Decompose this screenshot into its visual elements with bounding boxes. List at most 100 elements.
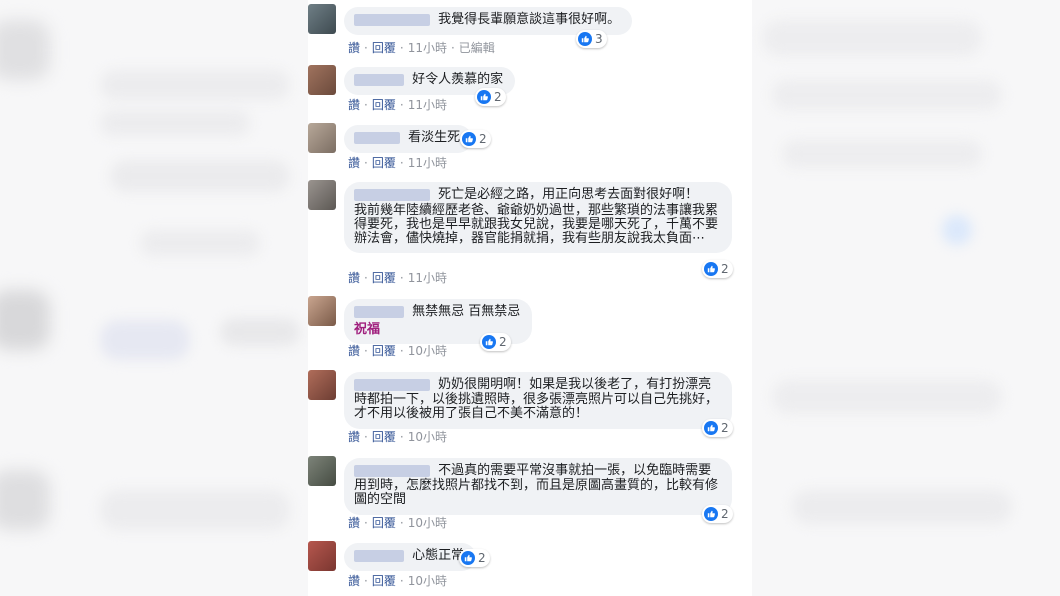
comment-text: 無禁無忌 百無禁忌	[412, 304, 521, 319]
comment-actions: 讚 · 回覆 · 11小時	[348, 154, 447, 171]
reaction-count[interactable]: 2	[702, 505, 733, 523]
timestamp[interactable]: 11小時	[408, 271, 447, 285]
reaction-number: 2	[721, 507, 729, 521]
reaction-count[interactable]: 2	[480, 333, 511, 351]
separator: ·	[364, 344, 368, 358]
timestamp[interactable]: 10小時	[408, 516, 447, 530]
separator: ·	[399, 344, 404, 358]
commenter-name[interactable]	[354, 306, 404, 318]
avatar[interactable]	[308, 65, 336, 95]
comment-bubble: 不過真的需要平常沒事就拍一張，以免臨時需要用到時，怎麼找照片都找不到，而且是原圖…	[344, 458, 732, 515]
edited-label: 已編輯	[458, 41, 495, 55]
separator: ·	[364, 98, 368, 112]
reaction-count[interactable]: 2	[702, 419, 733, 437]
comment-text: 好令人羨慕的家	[412, 72, 504, 87]
like-icon	[462, 132, 476, 146]
timestamp[interactable]: 10小時	[408, 430, 447, 444]
like-icon	[704, 262, 718, 276]
comment-text: 死亡是必經之路，用正向思考去面對很好啊！	[438, 187, 699, 202]
like-icon	[704, 507, 718, 521]
timestamp[interactable]: 10小時	[408, 344, 447, 358]
reaction-count[interactable]: 2	[460, 130, 491, 148]
avatar[interactable]	[308, 296, 336, 326]
comment-bubble: 看淡生死	[344, 125, 473, 153]
reply-link[interactable]: 回覆	[372, 574, 396, 588]
comment-actions: 讚 · 回覆 · 10小時	[348, 428, 447, 445]
reply-link[interactable]: 回覆	[372, 344, 396, 358]
like-icon	[704, 421, 718, 435]
separator: ·	[450, 41, 455, 55]
timestamp[interactable]: 10小時	[408, 574, 447, 588]
like-link[interactable]: 讚	[348, 430, 360, 444]
separator: ·	[364, 271, 368, 285]
timestamp[interactable]: 11小時	[408, 41, 447, 55]
timestamp[interactable]: 11小時	[408, 156, 447, 170]
separator: ·	[399, 430, 404, 444]
reply-link[interactable]: 回覆	[372, 156, 396, 170]
like-link[interactable]: 讚	[348, 516, 360, 530]
timestamp[interactable]: 11小時	[408, 98, 447, 112]
reply-link[interactable]: 回覆	[372, 271, 396, 285]
reaction-count[interactable]: 2	[702, 260, 733, 278]
reply-link[interactable]: 回覆	[372, 430, 396, 444]
reaction-count[interactable]: 3	[576, 30, 607, 48]
blurred-right-background	[752, 0, 1060, 596]
comment-text: 心態正常	[412, 548, 465, 563]
like-link[interactable]: 讚	[348, 271, 360, 285]
like-icon	[482, 335, 496, 349]
reply-link[interactable]: 回覆	[372, 41, 396, 55]
commenter-name[interactable]	[354, 132, 400, 144]
reaction-number: 2	[479, 132, 487, 146]
reaction-count[interactable]: 2	[459, 549, 490, 567]
separator: ·	[399, 574, 404, 588]
like-icon	[578, 32, 592, 46]
separator: ·	[399, 41, 404, 55]
reaction-number: 2	[494, 90, 502, 104]
avatar[interactable]	[308, 180, 336, 210]
like-link[interactable]: 讚	[348, 41, 360, 55]
separator: ·	[364, 574, 368, 588]
comment-bubble: 心態正常	[344, 543, 477, 571]
commenter-name[interactable]	[354, 189, 430, 201]
like-icon	[477, 90, 491, 104]
reaction-count[interactable]: 2	[475, 88, 506, 106]
commenter-name[interactable]	[354, 74, 404, 86]
separator: ·	[364, 41, 368, 55]
separator: ·	[399, 271, 404, 285]
avatar[interactable]	[308, 456, 336, 486]
reaction-number: 2	[721, 421, 729, 435]
commenter-name[interactable]	[354, 465, 430, 477]
separator: ·	[364, 156, 368, 170]
commenter-name[interactable]	[354, 14, 430, 26]
commenter-name[interactable]	[354, 379, 430, 391]
reaction-number: 2	[499, 335, 507, 349]
comment-actions: 讚 · 回覆 · 11小時	[348, 96, 447, 113]
comment-actions: 讚 · 回覆 · 11小時	[348, 269, 447, 286]
commenter-name[interactable]	[354, 550, 404, 562]
separator: ·	[399, 516, 404, 530]
like-link[interactable]: 讚	[348, 98, 360, 112]
reaction-number: 2	[478, 551, 486, 565]
reply-link[interactable]: 回覆	[372, 516, 396, 530]
avatar[interactable]	[308, 123, 336, 153]
separator: ·	[399, 156, 404, 170]
like-link[interactable]: 讚	[348, 156, 360, 170]
like-link[interactable]: 讚	[348, 344, 360, 358]
comment-bubble: 奶奶很開明啊！如果是我以後老了，有打扮漂亮時都拍一下，以後挑遺照時，很多張漂亮照…	[344, 372, 732, 429]
comment-actions: 讚 · 回覆 · 10小時	[348, 342, 447, 359]
reply-link[interactable]: 回覆	[372, 98, 396, 112]
separator: ·	[364, 516, 368, 530]
avatar[interactable]	[308, 370, 336, 400]
separator: ·	[399, 98, 404, 112]
avatar[interactable]	[308, 541, 336, 571]
avatar[interactable]	[308, 4, 336, 34]
comment-actions: 讚 · 回覆 · 11小時 · 已編輯	[348, 39, 495, 56]
like-icon	[461, 551, 475, 565]
like-link[interactable]: 讚	[348, 574, 360, 588]
comment-text-continued: 我前幾年陸續經歷老爸、爺爺奶奶過世，那些繁瑣的法事讓我累得要死，我也是早早就跟我…	[354, 202, 719, 246]
blurred-left-background	[0, 0, 308, 596]
comment-text: 我覺得長輩願意談這事很好啊。	[438, 12, 621, 27]
comment-actions: 讚 · 回覆 · 10小時	[348, 514, 447, 531]
separator: ·	[364, 430, 368, 444]
comment-text: 看淡生死	[408, 130, 461, 145]
